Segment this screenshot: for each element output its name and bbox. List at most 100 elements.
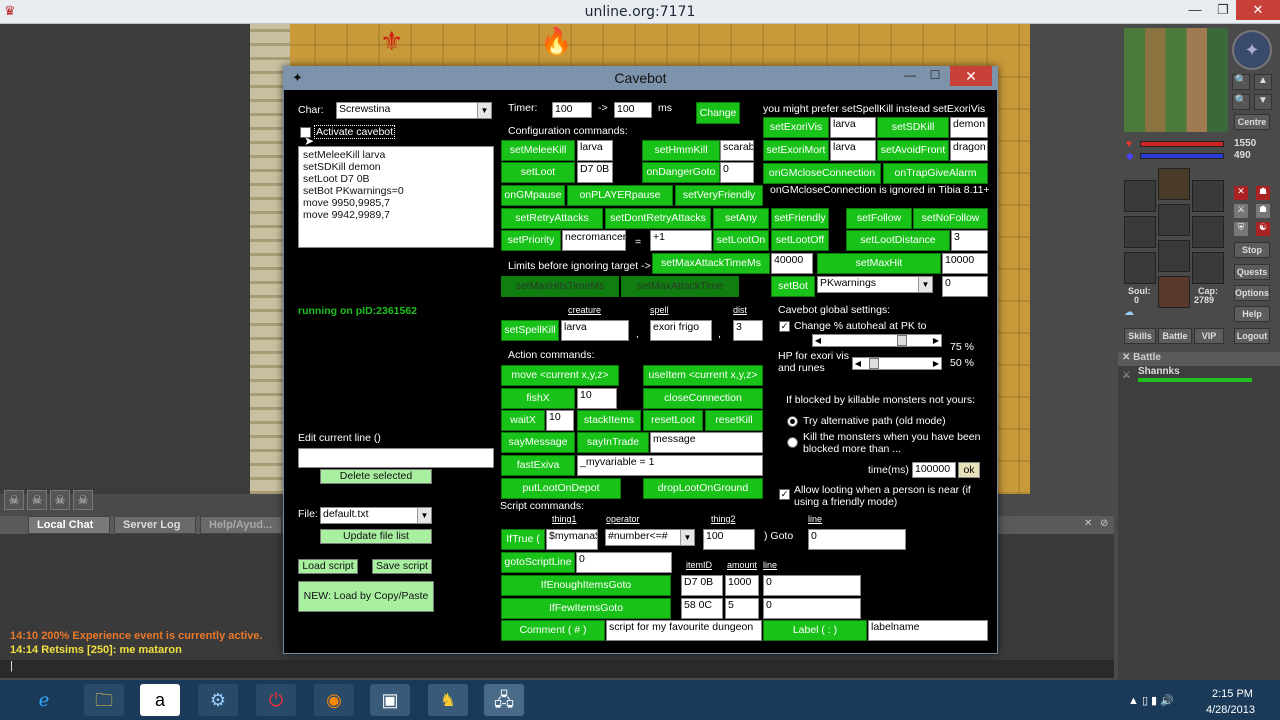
enough-line-input[interactable]: 0 xyxy=(763,575,861,596)
set-any-button[interactable]: setAny xyxy=(713,208,769,229)
set-friendly-button[interactable]: setFriendly xyxy=(771,208,829,229)
defense-mode-icon[interactable]: ⛨ xyxy=(1234,222,1248,236)
save-script-button[interactable]: Save script xyxy=(372,559,432,574)
firefox-icon[interactable]: ◉ xyxy=(314,684,354,716)
fish-x-button[interactable]: fishX xyxy=(501,388,575,409)
on-trap-give-alarm-button[interactable]: onTrapGiveAlarm xyxy=(883,163,988,184)
chevron-left-icon[interactable]: ◀ xyxy=(813,335,823,346)
allow-looting-checkbox[interactable]: ✓ xyxy=(779,489,790,500)
list-item[interactable]: move 9950,9985,7 xyxy=(303,197,489,209)
message-input[interactable]: message xyxy=(650,432,763,453)
load-copy-paste-button[interactable]: NEW: Load by Copy/Paste xyxy=(298,581,434,612)
file-select[interactable]: default.txt ▼ xyxy=(320,507,432,524)
use-item-current-button[interactable]: useItem <current x,y,z> xyxy=(643,365,763,386)
spell-kill-spell-input[interactable]: exori frigo xyxy=(650,320,712,341)
ammo-slot[interactable] xyxy=(1192,252,1224,284)
priority-value-input[interactable]: +1 xyxy=(650,230,712,251)
chevron-right-icon[interactable]: ▶ xyxy=(931,335,941,346)
set-avoid-front-button[interactable]: setAvoidFront xyxy=(877,140,949,161)
goto-script-line-button[interactable]: gotoScriptLine xyxy=(501,552,575,573)
legs-slot[interactable] xyxy=(1158,240,1190,272)
quests-button[interactable]: Quests xyxy=(1234,264,1270,280)
enough-amount-input[interactable]: 1000 xyxy=(725,575,759,596)
set-spell-kill-button[interactable]: setSpellKill xyxy=(501,320,559,341)
few-amount-input[interactable]: 5 xyxy=(725,598,759,619)
tab-help[interactable]: Help/Ayud... xyxy=(200,516,282,534)
delete-selected-button[interactable]: Delete selected xyxy=(320,469,432,484)
network-app-icon[interactable]: 🖧 xyxy=(484,684,524,716)
edit-line-input[interactable] xyxy=(298,448,494,468)
balanced-mode-icon[interactable]: ⚔ xyxy=(1234,204,1248,218)
close-channel-icon[interactable]: ✕ xyxy=(1084,518,1096,530)
ok-button[interactable]: ok xyxy=(958,462,980,478)
chevron-left-icon[interactable]: ◀ xyxy=(853,358,863,369)
set-no-follow-button[interactable]: setNoFollow xyxy=(913,208,988,229)
shield-slot[interactable] xyxy=(1192,216,1224,248)
ignore-icon[interactable]: ⊘ xyxy=(1100,518,1112,530)
loot-distance-input[interactable]: 3 xyxy=(951,230,988,251)
skull-icon[interactable]: ☠ xyxy=(27,490,47,510)
time-ms-input[interactable]: 100000 xyxy=(912,462,956,478)
floor-up-icon[interactable]: ▲ xyxy=(1254,74,1272,90)
amulet-slot[interactable] xyxy=(1124,180,1156,212)
set-max-hit-button[interactable]: setMaxHit xyxy=(817,253,941,274)
stack-items-button[interactable]: stackItems xyxy=(577,410,641,431)
secure-mode-icon[interactable]: ☯ xyxy=(1256,222,1270,236)
few-line-input[interactable]: 0 xyxy=(763,598,861,619)
goto-line-input[interactable]: 0 xyxy=(576,552,672,573)
close-button[interactable]: ✕ xyxy=(1236,0,1280,20)
script-list[interactable]: setMeleeKill larva setSDKill demon setLo… xyxy=(298,146,494,248)
say-in-trade-button[interactable]: sayInTrade xyxy=(577,432,649,453)
reset-loot-button[interactable]: resetLoot xyxy=(643,410,703,431)
game-character-icon[interactable]: ♞ xyxy=(428,684,468,716)
tab-server-log[interactable]: Server Log xyxy=(114,516,196,534)
update-file-list-button[interactable]: Update file list xyxy=(320,529,432,544)
set-max-attack-time-button[interactable]: setMaxAttackTimeMs xyxy=(652,253,770,274)
set-very-friendly-button[interactable]: setVeryFriendly xyxy=(675,185,763,206)
kill-monsters-radio[interactable] xyxy=(787,437,798,448)
say-message-button[interactable]: sayMessage xyxy=(501,432,575,453)
file-explorer-icon[interactable]: 🗀 xyxy=(84,684,124,716)
max-attack-time-input[interactable]: 40000 xyxy=(771,253,813,274)
fish-x-input[interactable]: 10 xyxy=(577,388,617,409)
battle-entry-name[interactable]: Shannks xyxy=(1138,366,1180,377)
move-current-button[interactable]: move <current x,y,z> xyxy=(501,365,619,386)
power-icon[interactable]: ⏻ xyxy=(256,684,296,716)
weapon-slot[interactable] xyxy=(1124,216,1156,248)
danger-goto-input[interactable]: 0 xyxy=(720,162,754,183)
list-item[interactable]: setSDKill demon xyxy=(303,161,489,173)
label-input[interactable]: labelname xyxy=(868,620,988,641)
set-loot-off-button[interactable]: setLootOff xyxy=(771,230,829,251)
internet-explorer-icon[interactable]: ℯ xyxy=(24,684,64,716)
comment-button[interactable]: Comment ( # ) xyxy=(501,620,605,641)
timer-from-input[interactable]: 100 xyxy=(552,102,592,118)
reset-kill-button[interactable]: resetKill xyxy=(705,410,763,431)
activate-cavebot-label[interactable]: Activate cavebot xyxy=(314,125,396,139)
autoheal-slider[interactable]: ◀ ▶ xyxy=(812,334,942,347)
cavebot-minimize-button[interactable]: — xyxy=(900,68,920,82)
on-gm-close-connection-button[interactable]: onGMcloseConnection xyxy=(763,163,881,184)
on-danger-goto-button[interactable]: onDangerGoto xyxy=(642,162,720,183)
if-true-button[interactable]: IfTrue ( xyxy=(501,529,545,550)
skull-icon[interactable]: ☠ xyxy=(50,490,70,510)
set-exori-mort-button[interactable]: setExoriMort xyxy=(763,140,829,161)
set-loot-on-button[interactable]: setLootOn xyxy=(713,230,769,251)
list-item[interactable]: setLoot D7 0B xyxy=(303,173,489,185)
set-priority-button[interactable]: setPriority xyxy=(501,230,561,251)
spell-kill-creature-input[interactable]: larva xyxy=(561,320,629,341)
set-melee-kill-button[interactable]: setMeleeKill xyxy=(501,140,575,161)
on-player-pause-button[interactable]: onPLAYERpause xyxy=(567,185,673,206)
list-item[interactable]: setMeleeKill larva xyxy=(303,149,489,161)
stop-button[interactable]: Stop xyxy=(1234,242,1270,258)
armor-slot[interactable] xyxy=(1158,204,1190,236)
boots-slot[interactable] xyxy=(1158,276,1190,308)
sd-kill-input[interactable]: demon xyxy=(950,117,988,138)
set-hmm-kill-button[interactable]: setHmmKill xyxy=(642,140,720,161)
zoom-in-icon[interactable]: 🔍 xyxy=(1232,74,1250,90)
compass-icon[interactable]: ✦ xyxy=(1232,30,1272,70)
if-thing1-input[interactable]: $mymana$ xyxy=(546,529,598,550)
battle-button[interactable]: Battle xyxy=(1158,328,1192,344)
slider-thumb[interactable] xyxy=(896,335,907,346)
exori-mort-input[interactable]: larva xyxy=(830,140,876,161)
set-bot-value-input[interactable]: 0 xyxy=(942,276,988,297)
